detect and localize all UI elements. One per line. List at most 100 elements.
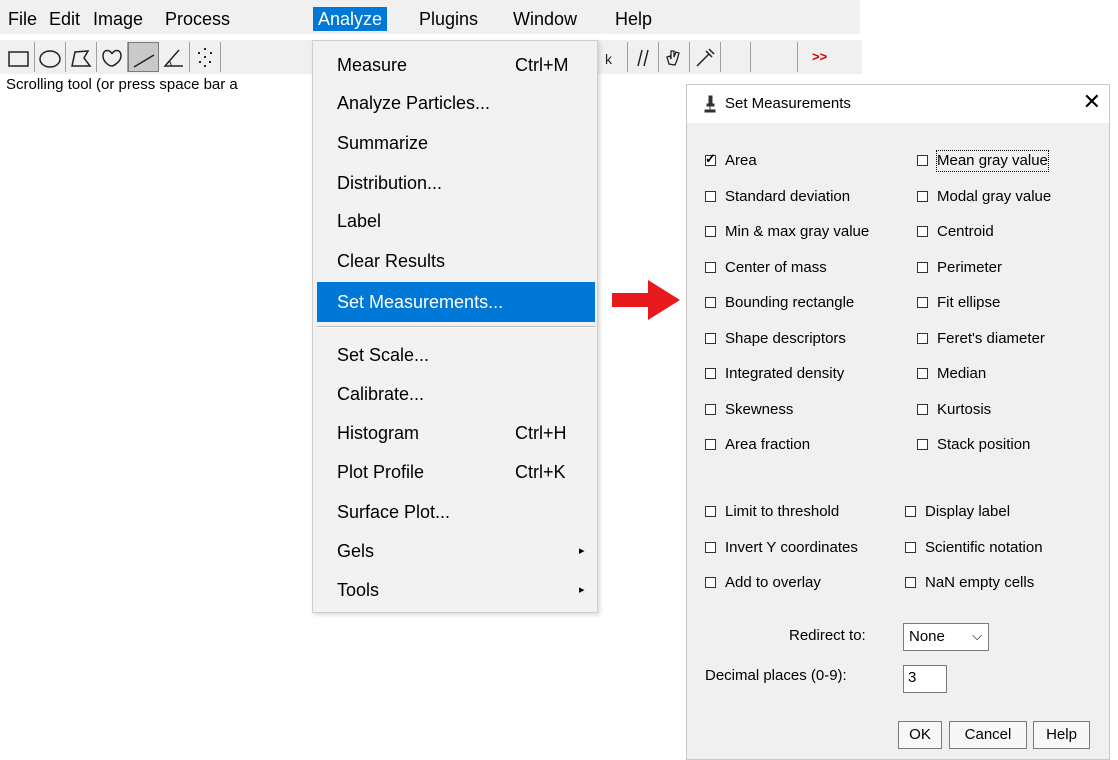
checkbox-box[interactable] <box>905 506 916 517</box>
red-arrow-icon <box>612 280 680 320</box>
menu-item-label: Set Measurements... <box>337 292 504 312</box>
checkbox-box[interactable] <box>705 226 716 237</box>
status-line: Scrolling tool (or press space bar a <box>6 76 238 93</box>
menu-item-label-cmd[interactable]: Label <box>317 203 595 239</box>
dropper-tool-icon[interactable] <box>690 42 721 72</box>
angle-tool-icon[interactable] <box>159 42 190 72</box>
checkbox-label: Add to overlay <box>725 574 821 591</box>
checkbox-box[interactable] <box>905 541 916 553</box>
hand-tool-icon[interactable] <box>659 42 690 72</box>
menu-item-set-measurements[interactable]: Set Measurements... <box>317 282 595 322</box>
menu-item-surface-plot[interactable]: Surface Plot... <box>317 494 595 530</box>
checkbox-box[interactable] <box>917 155 928 166</box>
checkbox-label: NaN empty cells <box>925 574 1035 591</box>
checkbox-box[interactable] <box>705 297 716 308</box>
checkbox-box[interactable] <box>917 261 928 273</box>
close-icon[interactable]: ✕ <box>1083 91 1101 113</box>
checkbox-label: Modal gray value <box>937 187 1052 205</box>
checkbox-label: Skewness <box>725 400 794 418</box>
submenu-arrow-icon: ▸ <box>579 545 585 557</box>
point-tool-icon[interactable] <box>190 42 221 72</box>
menu-window[interactable]: Window <box>508 7 582 31</box>
checkbox-box[interactable] <box>705 439 716 450</box>
checkbox-box[interactable] <box>705 541 716 553</box>
menu-file[interactable]: File <box>3 7 42 31</box>
chevron-down-icon: ⌵ <box>972 628 982 643</box>
menu-item-label: Analyze Particles... <box>337 93 491 113</box>
menu-item-label: Tools <box>337 580 380 600</box>
menu-item-distribution[interactable]: Distribution... <box>317 165 595 201</box>
menu-process[interactable]: Process <box>160 7 235 31</box>
checkbox-box[interactable] <box>905 577 916 588</box>
menu-item-label: Calibrate... <box>337 384 425 404</box>
redirect-label: Redirect to: <box>789 627 866 644</box>
checkbox-label: Median <box>937 365 987 382</box>
menu-item-gels[interactable]: Gels ▸ <box>317 533 595 569</box>
menu-item-shortcut: Ctrl+M <box>515 55 569 75</box>
redirect-value: None <box>909 628 945 645</box>
submenu-arrow-icon: ▸ <box>579 584 585 596</box>
analyze-menu: Measure Ctrl+M Analyze Particles... Summ… <box>312 40 598 613</box>
line-tool-icon[interactable] <box>128 42 159 72</box>
menu-help[interactable]: Help <box>610 7 657 31</box>
checkbox-label: Perimeter <box>937 258 1003 276</box>
ok-button[interactable]: OK <box>898 721 942 749</box>
menu-item-shortcut: Ctrl+K <box>515 462 566 482</box>
more-tools-button[interactable]: >> <box>800 42 840 72</box>
checkbox-label: Feret's diameter <box>937 329 1045 347</box>
checkbox-box[interactable] <box>705 332 716 344</box>
menu-item-label: Set Scale... <box>337 345 430 365</box>
menu-item-measure[interactable]: Measure Ctrl+M <box>317 47 595 83</box>
more-tools-label: >> <box>812 49 828 64</box>
checkbox-box[interactable] <box>917 439 928 450</box>
cancel-button[interactable]: Cancel <box>949 721 1027 749</box>
checkbox-box[interactable] <box>705 506 716 517</box>
menu-plugins[interactable]: Plugins <box>414 7 483 31</box>
menu-item-analyze-particles[interactable]: Analyze Particles... <box>317 85 595 121</box>
menu-item-calibrate[interactable]: Calibrate... <box>317 376 595 412</box>
menu-separator <box>317 326 595 328</box>
checkbox-box[interactable] <box>705 368 716 379</box>
polygon-tool-icon[interactable] <box>66 42 97 72</box>
decimal-places-input[interactable]: 3 <box>903 665 947 693</box>
checkbox-box[interactable] <box>917 332 928 344</box>
oval-tool-icon[interactable] <box>35 42 66 72</box>
menu-analyze[interactable]: Analyze <box>313 7 388 31</box>
checkbox-box[interactable] <box>917 368 928 379</box>
checkbox-box[interactable] <box>917 226 928 237</box>
checkbox-label: Area fraction <box>725 436 811 453</box>
dialog-title: Set Measurements <box>725 95 851 112</box>
checkbox-label: Kurtosis <box>937 400 992 418</box>
checkbox-box[interactable] <box>917 403 928 415</box>
menu-item-label: Clear Results <box>337 251 446 271</box>
magnifier-tool-icon[interactable] <box>628 42 659 72</box>
menu-item-clear-results[interactable]: Clear Results <box>317 243 595 279</box>
checkbox-box[interactable]: ✓ <box>705 151 716 166</box>
help-button[interactable]: Help <box>1033 721 1090 749</box>
checkbox-label: Invert Y coordinates <box>725 538 858 556</box>
empty-tool-slot-1[interactable] <box>721 42 751 72</box>
checkbox-box[interactable] <box>705 190 716 202</box>
menu-item-tools[interactable]: Tools ▸ <box>317 572 595 608</box>
checkbox-label: Min & max gray value <box>725 223 870 240</box>
text-tool-icon[interactable]: k <box>597 42 628 72</box>
empty-tool-slot-2[interactable] <box>751 42 798 72</box>
checkbox-box[interactable] <box>705 403 716 415</box>
freehand-tool-icon[interactable] <box>97 42 128 72</box>
menu-edit[interactable]: Edit <box>44 7 85 31</box>
redirect-select[interactable]: None ⌵ <box>903 623 989 651</box>
menu-item-plot-profile[interactable]: Plot Profile Ctrl+K <box>317 454 595 490</box>
checkbox-box[interactable] <box>917 190 928 202</box>
checkbox-label: Centroid <box>937 223 994 240</box>
menu-image[interactable]: Image <box>88 7 148 31</box>
set-measurements-dialog: Set Measurements ✕ Redirect to: None ⌵ D… <box>686 84 1110 760</box>
menu-item-histogram[interactable]: Histogram Ctrl+H <box>317 415 595 451</box>
checkbox-box[interactable] <box>705 577 716 588</box>
menu-item-set-scale[interactable]: Set Scale... <box>317 337 595 373</box>
checkbox-box[interactable] <box>705 261 716 273</box>
checkbox-box[interactable] <box>917 297 928 308</box>
rectangle-tool-icon[interactable] <box>4 42 35 72</box>
menu-bar: File Edit Image Process Analyze Plugins … <box>0 0 860 34</box>
svg-text:k: k <box>605 51 613 67</box>
menu-item-summarize[interactable]: Summarize <box>317 125 595 161</box>
